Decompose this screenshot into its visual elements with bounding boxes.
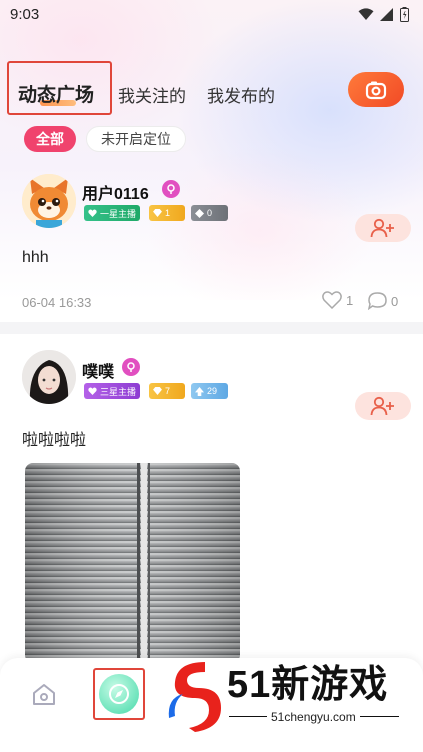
charm-level-badge: 29	[191, 383, 228, 399]
diamond-icon	[153, 387, 162, 395]
post-image[interactable]	[25, 463, 240, 663]
add-user-icon	[370, 218, 394, 238]
girl-avatar-icon	[22, 350, 76, 404]
like-count: 1	[346, 292, 354, 308]
active-tab-highlight	[7, 61, 112, 115]
watermark-url: 51chengyu.com	[267, 710, 360, 724]
filter-location-chip[interactable]: 未开启定位	[86, 126, 186, 152]
post-username[interactable]: 噗噗	[82, 358, 114, 382]
heart-outline-icon	[322, 291, 342, 309]
filter-all-chip[interactable]: 全部	[24, 126, 76, 152]
nav-discover[interactable]	[93, 668, 145, 720]
add-user-icon	[370, 396, 394, 416]
gender-female-icon	[162, 180, 180, 198]
avatar[interactable]	[22, 174, 76, 228]
comment-icon	[368, 292, 387, 310]
charm-level-text: 0	[207, 208, 213, 218]
nav-home[interactable]	[30, 680, 58, 708]
like-button[interactable]: 1	[322, 291, 353, 309]
comment-count: 0	[391, 293, 399, 309]
arrow-up-icon	[195, 386, 204, 396]
tab-my-posts[interactable]: 我发布的	[207, 82, 275, 107]
heart-icon	[88, 387, 97, 395]
gem-icon	[195, 208, 204, 218]
compass-icon	[109, 684, 129, 704]
comment-button[interactable]: 0	[368, 292, 398, 310]
anchor-level-badge: 三星主播	[84, 383, 141, 399]
wealth-level-badge: 7	[149, 383, 185, 399]
wifi-icon	[358, 8, 374, 20]
discover-tab-circle	[99, 674, 139, 714]
status-icons	[358, 7, 409, 22]
heart-icon	[88, 209, 97, 217]
watermark-logo	[168, 662, 221, 732]
gender-female-icon	[122, 358, 140, 376]
post-text: 啦啦啦啦	[22, 432, 87, 449]
wealth-level-text: 7	[165, 386, 171, 396]
camera-icon	[365, 81, 387, 99]
battery-icon	[400, 7, 409, 22]
fox-avatar-icon	[22, 174, 76, 228]
avatar[interactable]	[22, 350, 76, 404]
charm-level-badge: 0	[191, 205, 228, 221]
anchor-level-text: 三星主播	[100, 386, 137, 397]
diamond-icon	[153, 209, 162, 217]
anchor-level-text: 一星主播	[100, 208, 137, 219]
post-text: hhh	[22, 249, 49, 266]
post-username[interactable]: 用户0116	[82, 180, 149, 204]
status-bar: 9:03	[0, 0, 423, 30]
wealth-level-text: 1	[165, 208, 171, 218]
post-divider	[0, 322, 423, 334]
post-timestamp: 06-04 16:33	[22, 295, 92, 310]
status-time: 9:03	[10, 6, 40, 23]
camera-button[interactable]	[348, 72, 404, 107]
home-icon	[33, 684, 55, 705]
window-blinds-photo	[25, 463, 240, 663]
signal-icon	[380, 8, 393, 21]
watermark: 51新游戏 51chengyu.com	[163, 654, 423, 752]
charm-level-text: 29	[207, 386, 218, 396]
watermark-brand: 51新游戏	[227, 664, 389, 706]
follow-button[interactable]	[355, 214, 411, 242]
tab-following[interactable]: 我关注的	[118, 82, 186, 107]
wealth-level-badge: 1	[149, 205, 185, 221]
anchor-level-badge: 一星主播	[84, 205, 141, 221]
follow-button[interactable]	[355, 392, 411, 420]
